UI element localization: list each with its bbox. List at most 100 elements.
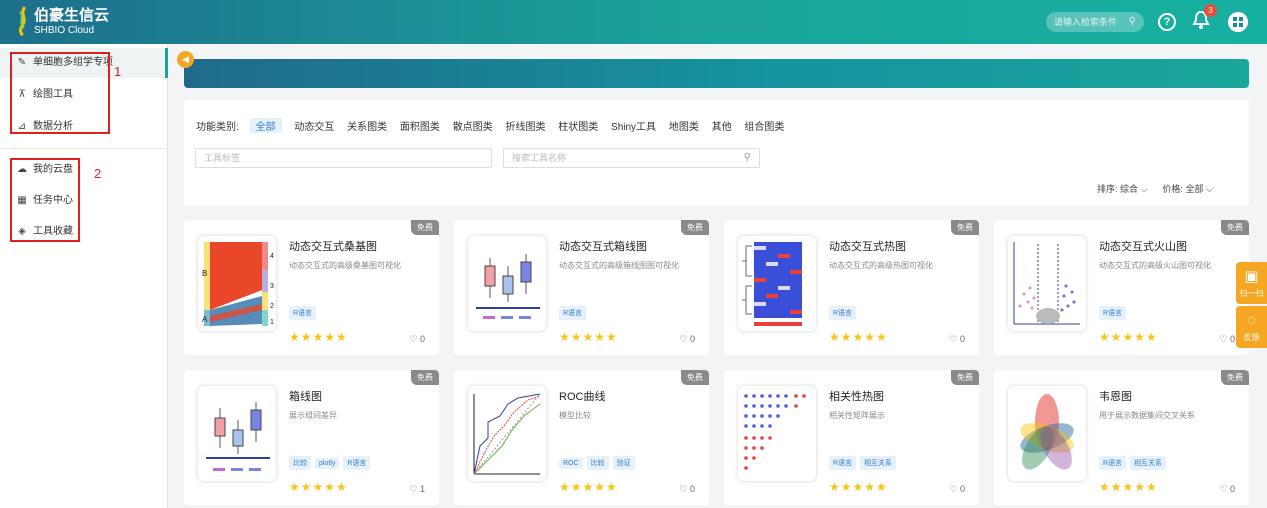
sankey-label-1: 1 bbox=[270, 319, 274, 326]
chevron-down-icon: ⌵ bbox=[1140, 184, 1148, 194]
sort-label: 排序: bbox=[1097, 184, 1118, 194]
avatar[interactable] bbox=[1228, 12, 1248, 32]
tool-name-placeholder: 搜索工具名称 bbox=[512, 153, 567, 163]
sort-select[interactable]: 综合 ⌵ bbox=[1120, 184, 1147, 194]
annotation-box-1 bbox=[10, 52, 110, 134]
category-map[interactable]: 地图类 bbox=[669, 118, 699, 133]
like-count[interactable]: ♡ 0 bbox=[679, 334, 695, 345]
top-search-placeholder: 请输入检索条件 bbox=[1054, 17, 1118, 27]
top-search-input[interactable]: 请输入检索条件 ⚲ bbox=[1046, 12, 1144, 32]
card-description: 展示组间差异 bbox=[289, 411, 337, 420]
tag: 比较 bbox=[289, 456, 311, 470]
top-bar: 伯豪生信云 SHBIO Cloud 请输入检索条件 ⚲ ? 3 bbox=[0, 0, 1267, 44]
volcano-thumbnail bbox=[1008, 236, 1086, 331]
logo-icon bbox=[18, 6, 27, 36]
tool-card-boxplot-dynamic[interactable]: 免费 动态交互式箱线图 动态交互式的高级箱线图图可视化 R语言 ★★★★★ ♡ … bbox=[454, 220, 709, 355]
like-count[interactable]: ♡ 0 bbox=[949, 334, 965, 345]
search-icon[interactable]: ⚲ bbox=[1129, 12, 1136, 32]
card-tags: ROC 比较 验证 bbox=[559, 454, 639, 470]
tool-card-venn[interactable]: 免费 韦恩图 用于展示数据集间交叉关系 R语言 相互关系 ★★★★★ ♡ 0 bbox=[994, 370, 1249, 505]
tag: R语言 bbox=[289, 306, 317, 320]
category-relation[interactable]: 关系图类 bbox=[347, 118, 387, 133]
card-title: 动态交互式火山图 bbox=[1099, 241, 1187, 253]
tool-card-boxplot[interactable]: 免费 箱线图 展示组间差异 比较 plotly R语言 ★★★★★ ♡ 1 bbox=[184, 370, 439, 505]
free-badge: 免费 bbox=[411, 370, 439, 385]
card-tags: R语言 bbox=[829, 304, 860, 320]
card-title: 箱线图 bbox=[289, 391, 322, 403]
category-line[interactable]: 折线图类 bbox=[505, 118, 545, 133]
rating-stars: ★★★★★ bbox=[1099, 330, 1158, 344]
tag: R语言 bbox=[559, 306, 587, 320]
tag: 相互关系 bbox=[1130, 456, 1167, 470]
category-label: 功能类别: bbox=[196, 122, 239, 133]
qr-code-icon: ▣ bbox=[1244, 268, 1259, 285]
chevron-down-icon: ⌵ bbox=[1205, 184, 1213, 194]
price-select[interactable]: 全部 ⌵ bbox=[1185, 184, 1212, 194]
tag: plotly bbox=[315, 458, 340, 469]
rating-stars: ★★★★★ bbox=[559, 330, 618, 344]
notification-badge: 3 bbox=[1204, 4, 1217, 17]
tool-card-volcano[interactable]: 免费 动态交互式火山图 动态交互式的高级火山图可视化 R语言 ★★★★★ ♡ 0 bbox=[994, 220, 1249, 355]
brand[interactable]: 伯豪生信云 SHBIO Cloud bbox=[34, 8, 109, 36]
roc-thumbnail bbox=[468, 386, 546, 481]
feedback-button[interactable]: ◌ 反馈 bbox=[1236, 306, 1267, 348]
like-count[interactable]: ♡ 0 bbox=[949, 484, 965, 495]
scan-button[interactable]: ▣ 扫一扫 bbox=[1236, 262, 1267, 304]
category-scatter[interactable]: 散点图类 bbox=[453, 118, 493, 133]
tag: R语言 bbox=[829, 456, 857, 470]
annotation-box-2 bbox=[10, 158, 80, 242]
tool-tag-field[interactable]: 工具标签 bbox=[195, 148, 492, 168]
card-title: 动态交互式热图 bbox=[829, 241, 906, 253]
free-badge: 免费 bbox=[681, 220, 709, 235]
sankey-label-a: A bbox=[202, 315, 208, 324]
sankey-label-b: B bbox=[202, 269, 207, 278]
correlation-thumbnail bbox=[738, 386, 816, 481]
tag: ROC bbox=[559, 458, 583, 469]
rating-stars: ★★★★★ bbox=[829, 480, 888, 494]
category-bar[interactable]: 柱状图类 bbox=[558, 118, 598, 133]
card-tags: R语言 bbox=[559, 304, 590, 320]
category-other[interactable]: 其他 bbox=[712, 118, 732, 133]
card-tags: R语言 bbox=[289, 304, 320, 320]
rating-stars: ★★★★★ bbox=[289, 480, 348, 494]
like-count[interactable]: ♡ 0 bbox=[1219, 334, 1235, 345]
category-dynamic[interactable]: 动态交互 bbox=[294, 118, 334, 133]
heart-icon: ♡ bbox=[409, 334, 418, 344]
annotation-label-1: 1 bbox=[114, 64, 122, 79]
card-title: ROC曲线 bbox=[559, 391, 606, 403]
free-badge: 免费 bbox=[951, 370, 979, 385]
sidebar-divider bbox=[0, 148, 168, 149]
tag: R语言 bbox=[829, 306, 857, 320]
heart-icon: ♡ bbox=[679, 334, 688, 344]
sankey-thumbnail: B A 4 3 2 1 bbox=[198, 236, 276, 331]
tool-card-roc[interactable]: 免费 ROC曲线 模型比较 ROC 比较 验证 ★★★★★ ♡ 0 bbox=[454, 370, 709, 505]
category-all[interactable]: 全部 bbox=[249, 118, 282, 133]
tool-card-correlation[interactable]: 免费 相关性热图 相关性矩阵展示 R语言 相互关系 ★★★★★ ♡ 0 bbox=[724, 370, 979, 505]
help-icon[interactable]: ? bbox=[1158, 13, 1176, 31]
rating-stars: ★★★★★ bbox=[289, 330, 348, 344]
tool-card-heatmap[interactable]: 免费 动态交互式热图 动态交互式的高级热图可视化 R语言 ★★★★★ ♡ 0 bbox=[724, 220, 979, 355]
category-shiny[interactable]: Shiny工具 bbox=[611, 118, 656, 133]
sankey-label-2: 2 bbox=[270, 303, 274, 310]
tool-card-sankey[interactable]: 免费 B A 4 3 2 1 动态交互式桑基图 动态交互式的高级桑基图可视化 R… bbox=[184, 220, 439, 355]
free-badge: 免费 bbox=[411, 220, 439, 235]
category-combo[interactable]: 组合图类 bbox=[744, 118, 784, 133]
card-title: 动态交互式桑基图 bbox=[289, 241, 377, 253]
banner bbox=[184, 59, 1249, 88]
card-title: 动态交互式箱线图 bbox=[559, 241, 647, 253]
card-description: 动态交互式的高级火山图可视化 bbox=[1099, 261, 1211, 270]
like-count[interactable]: ♡ 0 bbox=[409, 334, 425, 345]
like-count[interactable]: ♡ 0 bbox=[679, 484, 695, 495]
category-area[interactable]: 面积图类 bbox=[400, 118, 440, 133]
card-tags: 比较 plotly R语言 bbox=[289, 454, 374, 470]
card-description: 动态交互式的高级热图可视化 bbox=[829, 261, 933, 270]
tag: R语言 bbox=[343, 456, 371, 470]
free-badge: 免费 bbox=[951, 220, 979, 235]
like-count[interactable]: ♡ 0 bbox=[1219, 484, 1235, 495]
search-icon[interactable]: ⚲ bbox=[744, 149, 751, 167]
tool-name-search-input[interactable]: 搜索工具名称 ⚲ bbox=[503, 148, 760, 168]
tool-tag-placeholder: 工具标签 bbox=[204, 153, 241, 163]
card-title: 相关性热图 bbox=[829, 391, 884, 403]
rating-stars: ★★★★★ bbox=[829, 330, 888, 344]
like-count[interactable]: ♡ 1 bbox=[409, 484, 425, 495]
